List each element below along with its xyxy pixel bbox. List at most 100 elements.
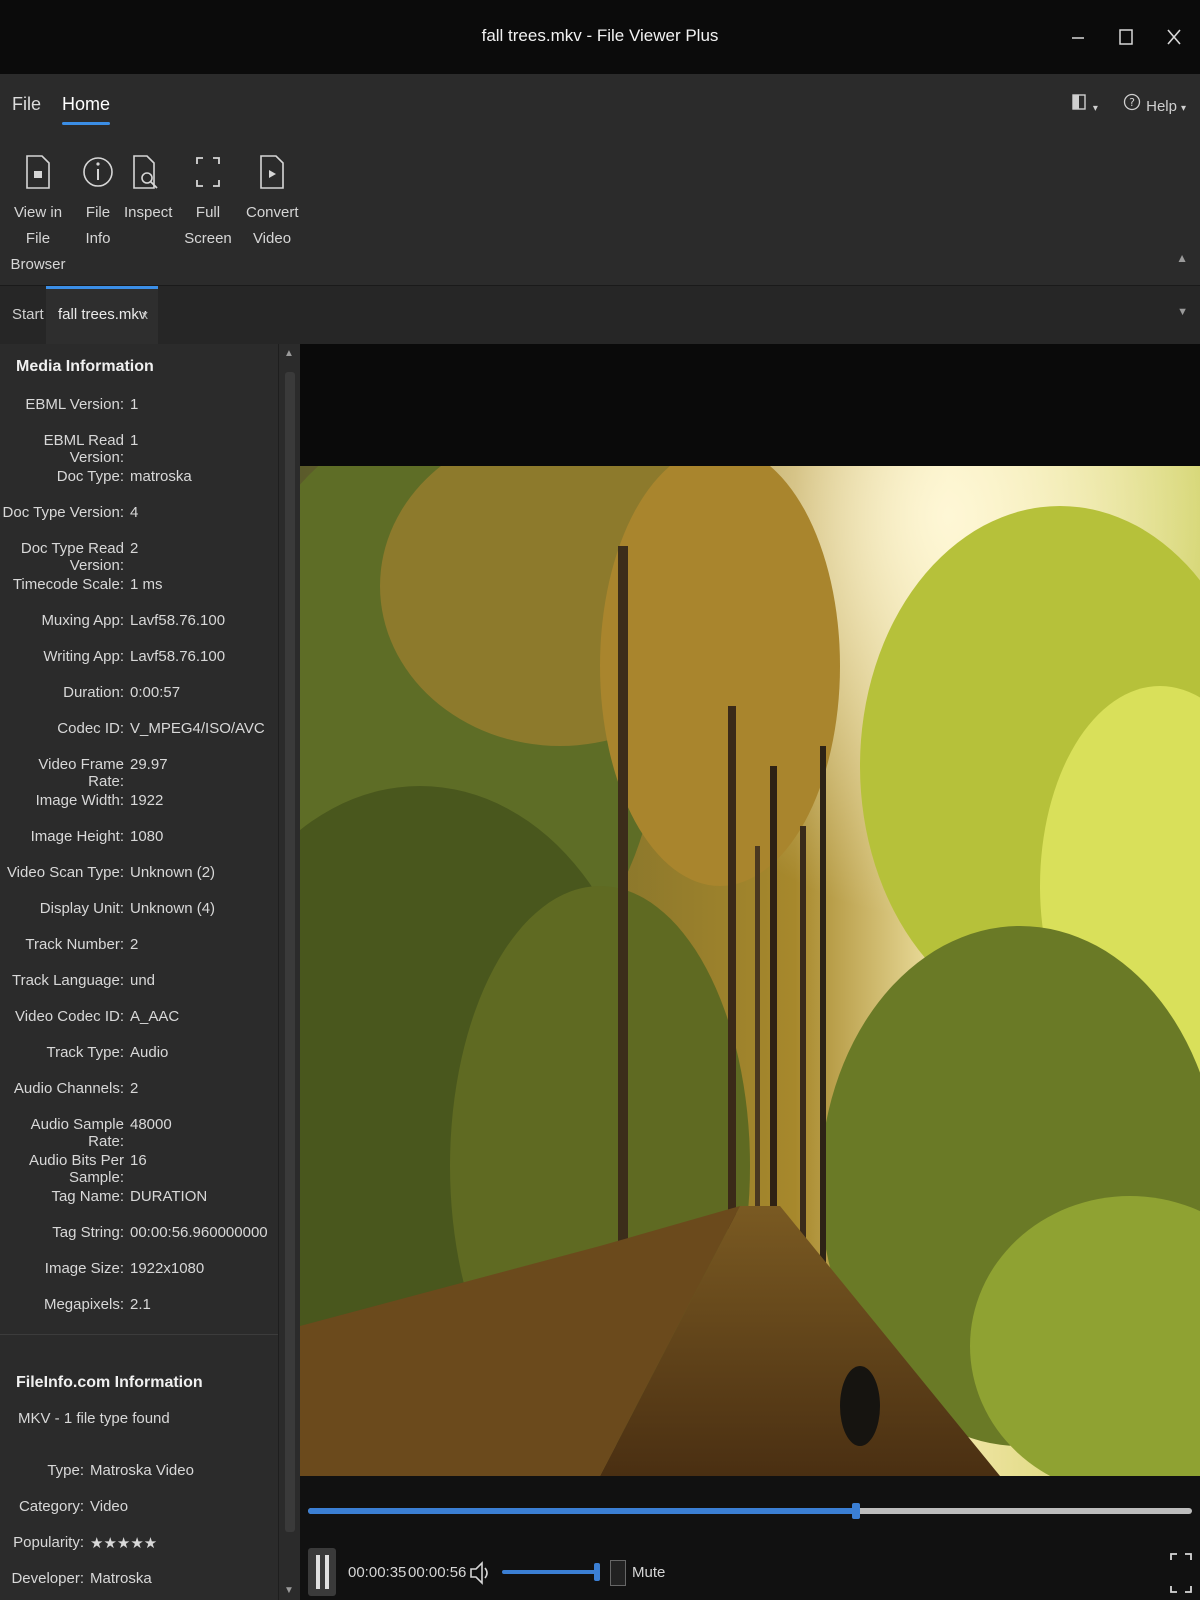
info-value: Lavf58.76.100	[130, 612, 226, 629]
info-value: 0:00:57	[130, 684, 181, 701]
info-row: Doc Type: matroska	[0, 468, 270, 504]
info-key: Audio Channels:	[13, 1080, 124, 1097]
info-row: Muxing App: Lavf58.76.100	[0, 612, 270, 648]
info-key: Tag String:	[52, 1224, 124, 1241]
help-button[interactable]: ? Help ▾	[1122, 92, 1186, 115]
pause-icon-bar	[324, 1555, 329, 1589]
info-key: Doc Type Read Version:	[20, 540, 124, 574]
mute-checkbox[interactable]	[610, 1560, 626, 1586]
info-key: Megapixels:	[43, 1296, 124, 1313]
info-row: Timecode Scale: 1 ms	[0, 576, 270, 612]
info-key: Muxing App:	[41, 612, 124, 629]
info-key: EBML Version:	[25, 396, 124, 413]
view-in-file-browser-button[interactable]: View in File Browser	[8, 150, 68, 278]
minimize-icon[interactable]	[1064, 22, 1092, 52]
view-in-file-browser-label-2: Browser	[10, 256, 66, 273]
theme-icon	[1069, 92, 1089, 112]
info-row: Audio Channels: 2	[0, 1080, 270, 1116]
info-key: Duration:	[63, 684, 124, 701]
info-value: 4	[130, 504, 139, 521]
info-row: EBML Read Version: 1	[0, 432, 270, 468]
mute-label: Mute	[632, 1564, 666, 1581]
fullscreen-icon[interactable]	[1168, 1550, 1194, 1600]
convert-video-label-1: Convert	[246, 204, 299, 221]
info-value: 1922x1080	[130, 1260, 205, 1277]
info-row: Doc Type Version: 4	[0, 504, 270, 540]
info-key: Track Type:	[46, 1044, 124, 1061]
inspect-icon	[127, 150, 163, 194]
fullscreen-icon	[190, 150, 226, 194]
info-value: 29.97	[130, 756, 168, 773]
info-key: Developer:	[11, 1570, 84, 1587]
volume-handle[interactable]	[594, 1563, 600, 1581]
info-value: 2	[130, 1080, 139, 1097]
info-row: Developer: Matroska	[0, 1570, 270, 1600]
seek-bar[interactable]	[308, 1503, 1192, 1519]
document-tabs: Start fall trees.mkv x ▼	[0, 286, 1200, 344]
video-frame[interactable]	[300, 466, 1200, 1476]
seek-progress	[308, 1508, 857, 1514]
inspect-button[interactable]: Inspect	[124, 150, 172, 226]
info-row: Video Frame Rate: 29.97	[0, 756, 270, 792]
full-screen-label: Full Screen	[184, 204, 232, 247]
info-value: 16	[130, 1152, 147, 1169]
fileinfo-title: FileInfo.com Information	[16, 1374, 203, 1391]
tab-fall-trees[interactable]: fall trees.mkv x	[46, 286, 158, 344]
info-value: DURATION	[130, 1188, 208, 1205]
info-row: EBML Version: 1	[0, 396, 270, 432]
info-key: Audio Sample Rate:	[30, 1116, 124, 1150]
volume-icon[interactable]	[468, 1558, 494, 1592]
info-value: 1080	[130, 828, 164, 845]
svg-text:?: ?	[1129, 96, 1135, 109]
scroll-down-icon[interactable]: ▼	[284, 1585, 294, 1596]
tab-start[interactable]: Start	[12, 286, 44, 344]
scrollbar-thumb[interactable]	[285, 372, 295, 1532]
info-icon	[80, 150, 116, 194]
menu-home[interactable]: Home	[62, 94, 111, 125]
fileinfo-found: MKV - 1 file type found	[18, 1410, 170, 1427]
menu-file[interactable]: File	[12, 94, 41, 115]
info-row: Video Scan Type: Unknown (2)	[0, 864, 270, 900]
chevron-down-icon: ▾	[1092, 103, 1098, 114]
folder-icon	[20, 150, 56, 194]
maximize-icon[interactable]	[1112, 22, 1140, 52]
info-row: Tag Name: DURATION	[0, 1188, 270, 1224]
convert-video-button[interactable]: Convert Video	[246, 150, 299, 252]
full-screen-button[interactable]: Full Screen	[176, 150, 240, 252]
seek-handle[interactable]	[852, 1503, 861, 1519]
info-key: Image Size:	[44, 1260, 124, 1277]
tab-overflow-icon[interactable]: ▼	[1177, 306, 1188, 318]
info-key: Category:	[18, 1498, 84, 1515]
file-info-button[interactable]: File Info	[74, 150, 122, 252]
info-row: Doc Type Read Version: 2	[0, 540, 270, 576]
info-row: Image Height: 1080	[0, 828, 270, 864]
help-area: ▾ ? Help ▾	[1069, 92, 1186, 115]
player-controls: 00:00:35 00:00:56 Mute	[300, 1476, 1200, 1600]
scroll-up-icon[interactable]: ▲	[284, 348, 294, 359]
info-side-panel: Media Information EBML Version: 1 EBML Rea…	[0, 344, 300, 1600]
menu-home-label: Home	[62, 94, 111, 114]
info-key: Video Scan Type:	[6, 864, 124, 881]
close-icon[interactable]	[1160, 22, 1188, 52]
info-row: Image Width: 1922	[0, 792, 270, 828]
volume-slider[interactable]	[502, 1563, 600, 1581]
pause-button[interactable]	[308, 1548, 336, 1596]
title-bar: fall trees.mkv - File Viewer Plus	[0, 0, 1200, 74]
pause-icon	[315, 1555, 320, 1589]
convert-icon	[254, 150, 290, 194]
theme-toggle[interactable]: ▾	[1069, 92, 1098, 115]
close-tab-icon[interactable]: x	[142, 286, 149, 344]
side-panel-scrollbar[interactable]: ▲ ▼	[278, 344, 300, 1600]
total-time: 00:00:56	[408, 1564, 467, 1581]
window-title: fall trees.mkv - File Viewer Plus	[481, 26, 719, 45]
collapse-ribbon-icon[interactable]: ▲	[1176, 251, 1188, 265]
info-value: 2	[130, 936, 139, 953]
info-key: Writing App:	[43, 648, 124, 665]
info-key: Codec ID:	[57, 720, 124, 737]
fileinfo-list: Type: Matroska Video Category: Video Popular…	[0, 1462, 270, 1600]
info-value: Unknown (2)	[130, 864, 216, 881]
info-key: Image Width:	[35, 792, 124, 809]
info-key: Track Language:	[11, 972, 124, 989]
info-key: Track Number:	[25, 936, 124, 953]
info-value: 48000	[130, 1116, 172, 1133]
